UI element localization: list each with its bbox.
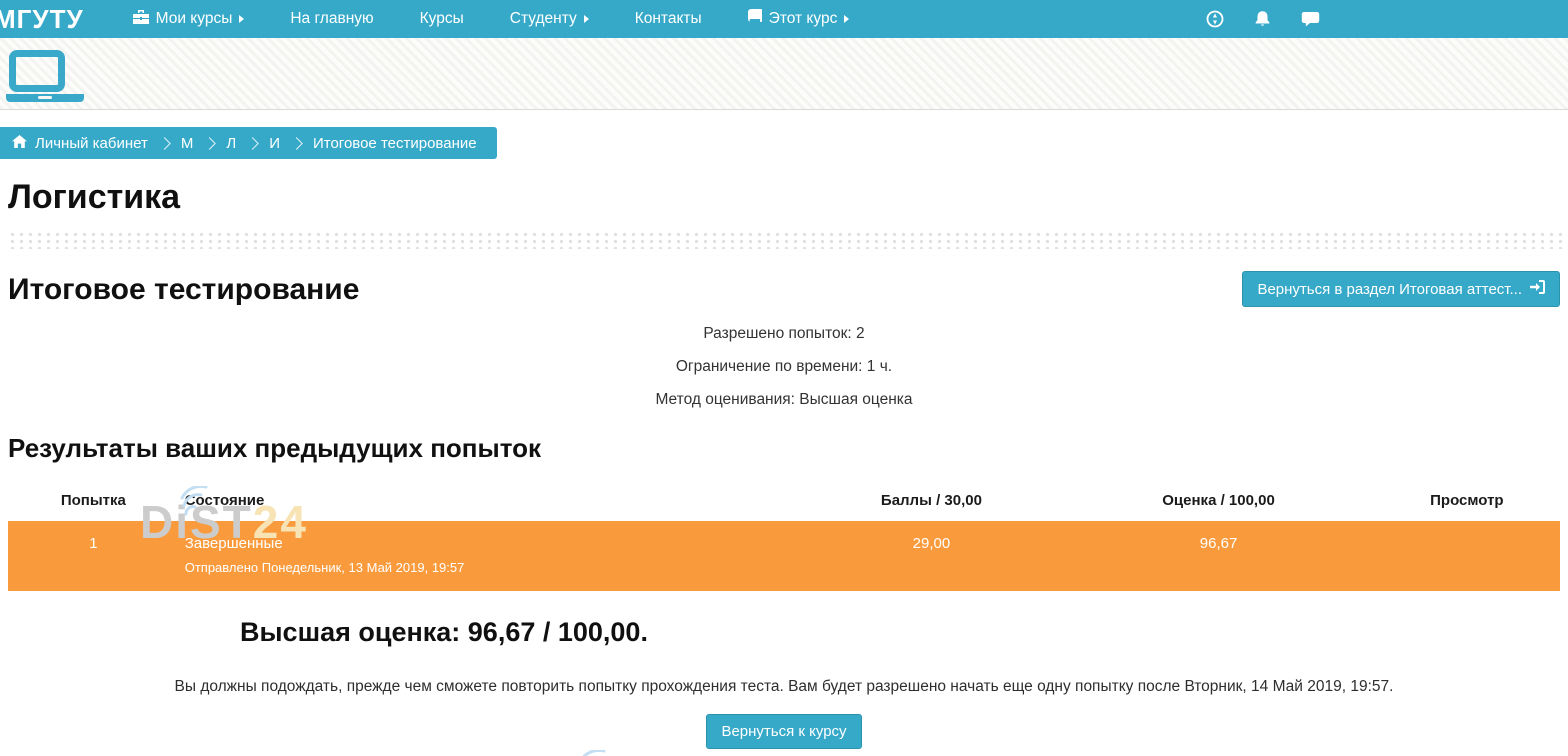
state-detail: Отправлено Понедельник, 13 Май 2019, 19:… [185, 558, 794, 578]
quiz-title: Итоговое тестирование [8, 271, 359, 309]
breadcrumb-label: Итоговое тестирование [313, 135, 477, 152]
dotted-divider [8, 229, 1568, 249]
chat-icon[interactable] [1301, 11, 1320, 28]
column-header-attempt: Попытка [8, 484, 179, 521]
attempt-grade: 96,67 [1063, 521, 1373, 591]
final-grade: Высшая оценка: 96,67 / 100,00. [240, 617, 1560, 648]
book-icon [748, 9, 762, 29]
time-limit: Ограничение по времени: 1 ч. [8, 350, 1560, 383]
nav-item-student[interactable]: Студенту [487, 0, 612, 38]
attempt-number: 1 [8, 521, 179, 591]
laptop-screen [9, 50, 65, 92]
back-to-section-button[interactable]: Вернуться в раздел Итоговая аттест... [1242, 271, 1560, 307]
attempts-allowed: Разрешено попыток: 2 [8, 317, 1560, 350]
nav-item-courses[interactable]: Курсы [397, 0, 487, 38]
caret-right-icon [844, 15, 849, 23]
bottom-button-wrap: Вернуться к курсу [8, 714, 1560, 749]
nav-item-label: Этот курс [769, 10, 838, 28]
nav-item-label: Студенту [510, 10, 577, 28]
results-heading: Результаты ваших предыдущих попыток [8, 432, 1560, 464]
breadcrumb-item-final-test: Итоговое тестирование [313, 135, 477, 152]
column-header-grade: Оценка / 100,00 [1063, 484, 1373, 521]
navbar-right-icons [1206, 10, 1320, 28]
briefcase-icon [133, 10, 149, 29]
nav-item-label: Мои курсы [156, 10, 233, 28]
breadcrumb-item-m[interactable]: М [181, 135, 194, 152]
grading-method: Метод оценивания: Высшая оценка [8, 383, 1560, 416]
chevron-right-icon [246, 137, 259, 150]
breadcrumb-label: И [269, 135, 280, 152]
back-to-section-label: Вернуться в раздел Итоговая аттест... [1257, 281, 1522, 298]
sign-in-icon [1530, 280, 1545, 298]
laptop-base [6, 94, 84, 102]
nav-item-label: На главную [290, 10, 373, 28]
page-title: Логистика [8, 177, 1560, 217]
column-header-state: Состояние [179, 484, 800, 521]
breadcrumb-item-l[interactable]: Л [226, 135, 236, 152]
home-icon [12, 135, 27, 152]
table-header-row: Попытка Состояние Баллы / 30,00 Оценка /… [8, 484, 1560, 521]
header-band [0, 38, 1568, 110]
compass-icon[interactable] [1206, 10, 1224, 28]
nav-item-contacts[interactable]: Контакты [612, 0, 725, 38]
top-navbar: МГУТУ Мои курсы На главную Курсы Студент… [0, 0, 1568, 38]
nav-item-home[interactable]: На главную [267, 0, 396, 38]
breadcrumb-label: Личный кабинет [35, 135, 148, 152]
nav-item-this-course[interactable]: Этот курс [725, 0, 873, 38]
back-to-course-button[interactable]: Вернуться к курсу [706, 714, 861, 749]
main-content: Логистика Итоговое тестирование Вернутьс… [0, 177, 1568, 749]
breadcrumb-label: М [181, 135, 194, 152]
nav-menu: Мои курсы На главную Курсы Студенту Конт… [110, 0, 873, 38]
chevron-right-icon [290, 137, 303, 150]
laptop-logo-icon[interactable] [6, 50, 86, 102]
chevron-right-icon [203, 137, 216, 150]
column-header-marks: Баллы / 30,00 [800, 484, 1064, 521]
breadcrumb-item-i[interactable]: И [269, 135, 280, 152]
caret-right-icon [239, 15, 244, 23]
caret-right-icon [584, 15, 589, 23]
breadcrumb-label: Л [226, 135, 236, 152]
attempt-review [1374, 521, 1560, 591]
chevron-right-icon [158, 137, 171, 150]
nav-item-label: Курсы [420, 10, 464, 28]
table-row: 1 Завершенные Отправлено Понедельник, 13… [8, 521, 1560, 591]
quiz-info: Разрешено попыток: 2 Ограничение по врем… [8, 317, 1560, 416]
attempts-table: Попытка Состояние Баллы / 30,00 Оценка /… [8, 484, 1560, 591]
back-to-course-label: Вернуться к курсу [721, 723, 846, 740]
quiz-section-header: Итоговое тестирование Вернуться в раздел… [8, 271, 1560, 309]
column-header-review: Просмотр [1374, 484, 1560, 521]
state-label: Завершенные [185, 533, 794, 556]
wait-message: Вы должны подождать, прежде чем сможете … [8, 678, 1560, 696]
breadcrumb: Личный кабинет М Л И Итоговое тестирован… [0, 127, 497, 159]
attempt-marks: 29,00 [800, 521, 1064, 591]
nav-item-my-courses[interactable]: Мои курсы [110, 0, 268, 38]
breadcrumb-item-dashboard[interactable]: Личный кабинет [12, 135, 148, 152]
nav-item-label: Контакты [635, 10, 702, 28]
brand-logo[interactable]: МГУТУ [0, 4, 110, 35]
attempt-state: Завершенные Отправлено Понедельник, 13 М… [179, 521, 800, 591]
bell-icon[interactable] [1254, 10, 1271, 28]
